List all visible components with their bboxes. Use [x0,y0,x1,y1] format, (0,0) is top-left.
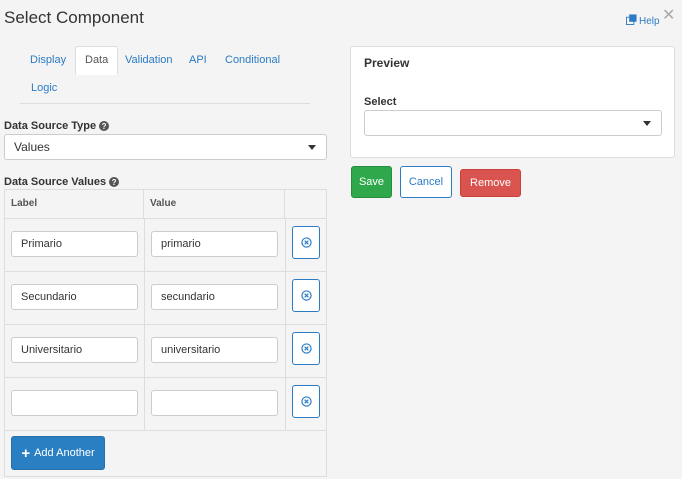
question-icon[interactable]: ? [99,121,110,131]
settings-tabs: Display Data Validation API Conditional … [20,46,310,104]
column-header-label: Label [5,190,144,218]
save-button[interactable]: Save [351,166,392,198]
tab-validation[interactable]: Validation [119,54,179,66]
help-link[interactable]: Help [626,14,660,28]
help-label: Help [639,15,660,27]
remove-row-button[interactable] [292,385,320,418]
close-icon[interactable]: ✕ [662,8,675,24]
row-value-input[interactable] [151,390,278,416]
data-source-type-label: Data Source Type ? [4,120,110,132]
row-value-input[interactable]: secundario [151,284,278,310]
table-row [5,377,326,430]
tab-conditional[interactable]: Conditional [219,54,286,66]
question-icon[interactable]: ? [109,177,120,187]
remove-row-button[interactable] [292,226,320,259]
table-row: Secundario secundario [5,271,326,324]
preview-select-label: Select [364,96,397,108]
data-source-values-table: Label Value Primario primario Secundario… [4,189,327,477]
remove-circle-icon [300,343,312,354]
row-label-input[interactable]: Primario [11,231,138,257]
preview-title: Preview [364,56,410,70]
external-link-icon [626,14,637,28]
remove-circle-icon [300,396,312,407]
chevron-down-icon [308,145,316,150]
preview-select[interactable] [364,110,662,136]
cancel-button[interactable]: Cancel [400,166,452,198]
table-row: Universitario universitario [5,324,326,377]
remove-row-button[interactable] [292,279,320,312]
remove-button[interactable]: Remove [460,169,521,197]
row-label-input[interactable]: Universitario [11,337,138,363]
plus-icon: + [21,444,31,462]
chevron-down-icon [643,121,651,126]
row-value-input[interactable]: universitario [151,337,278,363]
table-row: Primario primario [5,218,326,271]
row-label-input[interactable] [11,390,138,416]
row-label-input[interactable]: Secundario [11,284,138,310]
data-source-values-label: Data Source Values ? [4,176,120,188]
tab-logic[interactable]: Logic [25,82,63,94]
remove-row-button[interactable] [292,332,320,365]
tab-display[interactable]: Display [24,54,72,66]
tab-api[interactable]: API [183,54,213,66]
tab-data[interactable]: Data [75,46,119,75]
column-header-value: Value [144,190,285,218]
remove-circle-icon [300,237,312,248]
add-another-button[interactable]: + Add Another [11,436,105,470]
data-source-type-select[interactable]: Values [4,134,327,160]
preview-panel: Preview Select [350,46,675,158]
row-value-input[interactable]: primario [151,231,278,257]
dialog-title: Select Component [4,8,144,27]
remove-circle-icon [300,290,312,301]
